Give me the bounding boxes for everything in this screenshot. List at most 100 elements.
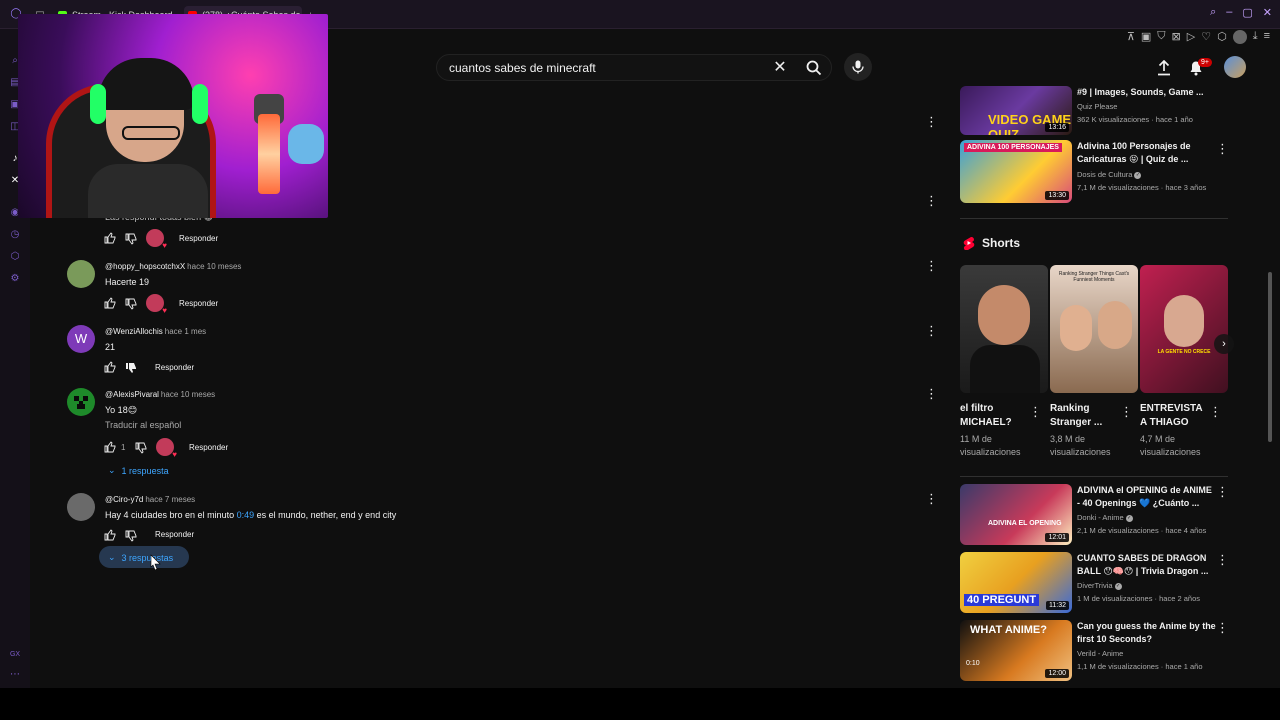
minimize-icon[interactable]: – [1226,6,1232,19]
sidebar-gx-icon[interactable]: GX [9,649,21,661]
reply-button[interactable]: Responder [179,299,218,308]
more-actions-icon[interactable]: ⋮ [925,115,938,128]
heart-icon[interactable]: ♡ [1201,30,1211,44]
video-title[interactable]: ADIVINA el OPENING de ANIME - 40 Opening… [1077,484,1217,510]
short-thumbnail[interactable]: LA GENTE NO CRECE [1140,265,1228,393]
video-thumbnail[interactable]: VIDEO GAME QUIZ 13:16 [960,86,1072,135]
avatar[interactable] [67,493,95,521]
video-thumbnail[interactable]: ADIVINA 100 PERSONAJES 13:30 [960,140,1072,203]
snapshot-icon[interactable]: ▣ [1141,30,1151,44]
channel-name[interactable]: Donki - Anime ✓ [1077,513,1133,522]
comment-author[interactable]: @WenziAllochis hace 1 mes [105,327,206,336]
pin-icon[interactable]: ⊼ [1127,30,1135,44]
shorts-next-button[interactable]: › [1214,334,1234,354]
search-input[interactable] [449,60,769,75]
more-actions-icon[interactable]: ⋮ [1216,621,1229,634]
channel-label[interactable]: DiverTrivia [1077,581,1113,590]
more-actions-icon[interactable]: ⋮ [925,324,938,337]
video-title[interactable]: #9 | Images, Sounds, Game ... [1077,86,1217,99]
more-actions-icon[interactable]: ⋮ [1029,405,1042,418]
close-window-icon[interactable]: ✕ [1263,6,1272,19]
channel-label[interactable]: Donki - Anime [1077,513,1124,522]
clear-search-icon[interactable]: ✕ [770,58,790,78]
translate-link[interactable]: Traducir al español [105,420,181,430]
comment-author[interactable]: @AlexisPivaral hace 10 meses [105,390,215,399]
like-icon[interactable] [104,361,116,373]
short-title[interactable]: el filtro MICHAEL? [960,402,1030,430]
dislike-icon[interactable] [125,298,137,310]
sidebar-extensions-icon[interactable]: ⬡ [9,251,21,263]
short-title[interactable]: ENTREVISTA A THIAGO [1140,402,1210,430]
menu-icon[interactable]: ≡ [1264,30,1270,44]
channel-name[interactable]: Quiz Please [1077,102,1117,111]
comment-time[interactable]: hace 10 meses [187,262,241,271]
play-icon[interactable]: ▷ [1187,30,1195,44]
more-actions-icon[interactable]: ⋮ [925,492,938,505]
more-actions-icon[interactable]: ⋮ [1216,553,1229,566]
dislike-filled-icon[interactable] [125,362,137,374]
timestamp-link[interactable]: 0:49 [237,510,255,520]
search-tabs-icon[interactable]: ⌕ [1210,6,1216,19]
reply-button[interactable]: Responder [189,443,228,452]
like-icon[interactable] [104,297,116,309]
more-actions-icon[interactable]: ⋮ [1216,485,1229,498]
author-name[interactable]: @Ciro-y7d [105,495,143,504]
dislike-icon[interactable] [135,442,147,454]
page-scrollbar[interactable] [1268,272,1272,442]
video-thumbnail[interactable]: 40 PREGUNT 11:32 [960,552,1072,613]
comment-text: Hay 4 ciudades bro en el minuto 0:49 es … [105,510,396,520]
comment-author[interactable]: @Ciro-y7d hace 7 meses [105,495,195,504]
short-thumbnail[interactable] [960,265,1048,393]
channel-name[interactable]: DiverTrivia ✓ [1077,581,1122,590]
extensions-icon[interactable]: ⬡ [1217,30,1227,44]
reply-button[interactable]: Responder [179,234,218,243]
comment-author[interactable]: @hoppy_hopscotchxX hace 10 meses [105,262,241,271]
voice-search-button[interactable] [844,53,872,81]
short-thumbnail[interactable]: Ranking Stranger Things Cast's Funniest … [1050,265,1138,393]
avatar[interactable]: W [67,325,95,353]
channel-name[interactable]: Verild - Anime [1077,649,1123,658]
dislike-icon[interactable] [125,530,137,542]
vpn-icon[interactable]: ⊠ [1172,30,1181,44]
more-actions-icon[interactable]: ⋮ [925,259,938,272]
like-icon[interactable] [104,529,116,541]
sidebar-settings-icon[interactable]: ⚙ [9,273,21,285]
reply-button[interactable]: Responder [155,363,194,372]
video-title[interactable]: Can you guess the Anime by the first 10 … [1077,620,1217,646]
more-actions-icon[interactable]: ⋮ [925,194,938,207]
like-icon[interactable] [104,441,116,453]
short-title[interactable]: Ranking Stranger ... [1050,402,1120,430]
view-replies-button[interactable]: ⌄ 1 respuesta [108,465,169,476]
avatar[interactable] [67,260,95,288]
more-actions-icon[interactable]: ⋮ [1120,405,1133,418]
sidebar-history-icon[interactable]: ◷ [9,229,21,241]
sidebar-more-icon[interactable]: ⋯ [9,669,21,681]
video-title[interactable]: Adivina 100 Personajes de Caricaturas 😝 … [1077,140,1217,166]
view-replies-label[interactable]: ⌄ 3 respuestas [108,552,173,563]
account-avatar[interactable] [1224,56,1246,78]
author-name[interactable]: @WenziAllochis [105,327,163,336]
video-thumbnail[interactable]: ADIVINA EL OPENING 12:01 [960,484,1072,545]
more-actions-icon[interactable]: ⋮ [1216,142,1229,155]
upload-button[interactable] [1152,56,1176,80]
channel-label[interactable]: Dosis de Cultura [1077,170,1132,179]
comment-time[interactable]: hace 1 mes [165,327,206,336]
dislike-icon[interactable] [125,233,137,245]
reply-button[interactable]: Responder [155,530,194,539]
video-thumbnail[interactable]: WHAT ANIME? 0:10 12:00 [960,620,1072,681]
comment-time[interactable]: hace 10 meses [161,390,215,399]
video-title[interactable]: CUANTO SABES DE DRAGON BALL 😯🧠😯 | Trivia… [1077,552,1217,578]
maximize-icon[interactable]: ▢ [1242,6,1252,19]
channel-name[interactable]: Dosis de Cultura ✓ [1077,170,1142,179]
comment-time[interactable]: hace 7 meses [145,495,195,504]
author-name[interactable]: @hoppy_hopscotchxX [105,262,185,271]
like-icon[interactable] [104,232,116,244]
more-actions-icon[interactable]: ⋮ [925,387,938,400]
avatar[interactable] [67,388,95,416]
download-icon[interactable]: ⤓ [1253,30,1258,44]
search-button[interactable] [800,55,828,80]
more-actions-icon[interactable]: ⋮ [1209,405,1222,418]
author-name[interactable]: @AlexisPivaral [105,390,159,399]
profile-icon[interactable] [1232,30,1247,44]
shield-icon[interactable]: ⛉ [1157,30,1165,44]
